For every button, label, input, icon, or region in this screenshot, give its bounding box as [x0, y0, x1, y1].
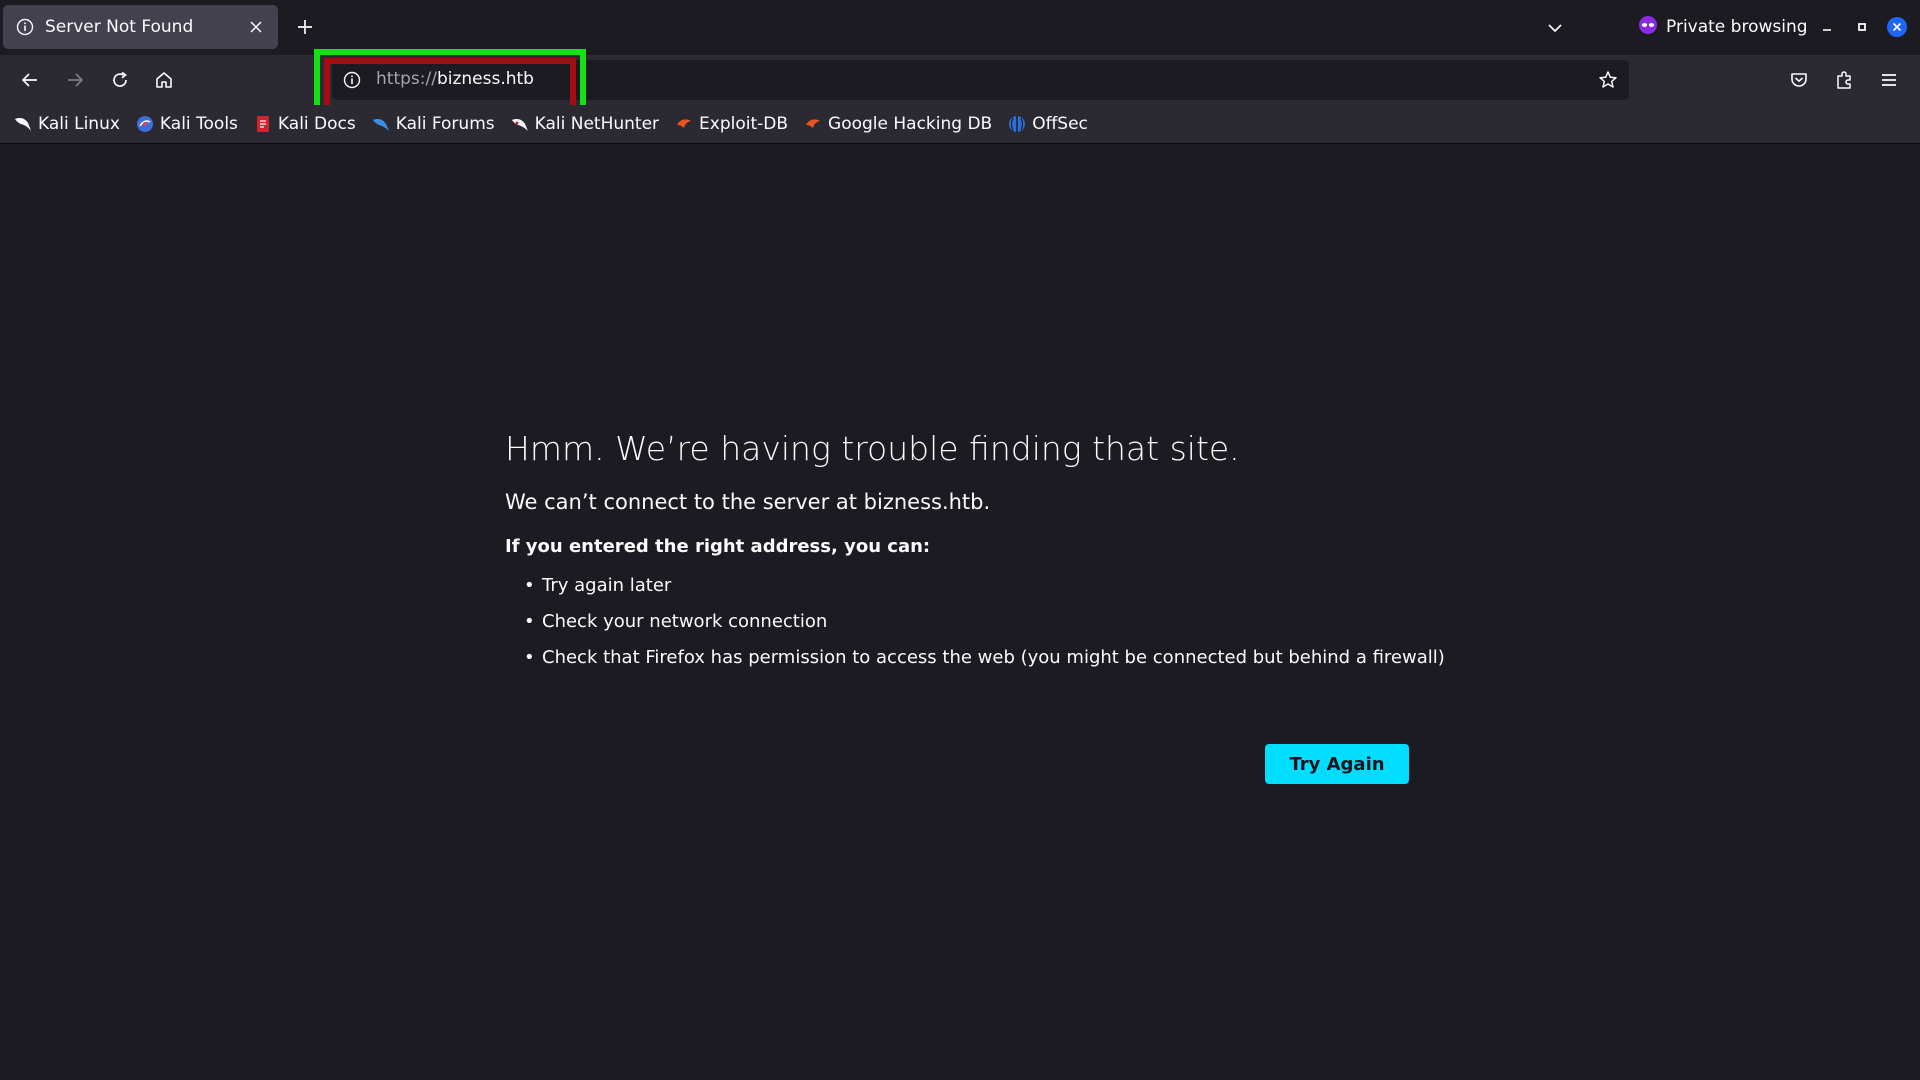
private-browsing-label: Private browsing	[1666, 17, 1808, 37]
error-title: Hmm. We’re having trouble finding that s…	[505, 429, 1240, 468]
bookmark-exploit-db[interactable]: Exploit-DB	[675, 114, 788, 134]
app-menu-button[interactable]	[1873, 64, 1905, 96]
error-page: Hmm. We’re having trouble finding that s…	[0, 144, 1920, 1080]
minimize-button[interactable]	[1815, 15, 1839, 39]
bookmark-star-icon[interactable]	[1595, 67, 1621, 93]
reload-button[interactable]	[104, 64, 136, 96]
home-button[interactable]	[148, 64, 180, 96]
kali-tools-icon	[136, 115, 154, 133]
bookmark-label: Kali NetHunter	[534, 114, 660, 134]
info-icon	[15, 17, 35, 37]
url-scheme: https://	[376, 69, 437, 89]
kali-dragon-icon	[14, 115, 32, 133]
kali-nethunter-icon	[511, 115, 529, 133]
kali-docs-icon	[254, 115, 272, 133]
bookmark-label: Google Hacking DB	[828, 114, 993, 134]
url-host: bizness.htb	[436, 69, 534, 89]
bookmark-label: Kali Tools	[159, 114, 238, 134]
private-mask-icon	[1638, 15, 1658, 40]
kali-forums-icon	[372, 115, 390, 133]
offsec-icon	[1008, 115, 1026, 133]
bookmark-google-hacking-db[interactable]: Google Hacking DB	[804, 114, 992, 134]
tab-title: Server Not Found	[45, 17, 194, 37]
tab-server-not-found[interactable]: Server Not Found	[3, 5, 278, 49]
back-button[interactable]	[14, 64, 46, 96]
bookmarks-toolbar: Kali Linux Kali Tools Kali Docs Kali For…	[0, 105, 1920, 144]
list-item: Check that Firefox has permission to acc…	[524, 643, 1445, 679]
bookmark-label: Kali Forums	[395, 114, 495, 134]
error-suggestion-list: Try again later Check your network conne…	[505, 571, 1445, 679]
list-item: Try again later	[524, 571, 1415, 607]
forward-button[interactable]	[59, 64, 91, 96]
bookmark-kali-linux[interactable]: Kali Linux	[14, 114, 120, 134]
list-all-tabs-button[interactable]	[1542, 15, 1568, 41]
list-item: Check your network connection	[524, 607, 1415, 643]
close-window-button[interactable]	[1885, 15, 1909, 39]
error-container: Hmm. We’re having trouble finding that s…	[505, 429, 1445, 679]
bookmark-label: Kali Linux	[38, 114, 120, 134]
pocket-button[interactable]	[1783, 64, 1815, 96]
bookmark-kali-tools[interactable]: Kali Tools	[136, 114, 238, 134]
navigation-toolbar: https://bizness.htb	[0, 55, 1920, 105]
close-tab-icon[interactable]	[246, 17, 266, 37]
url-text[interactable]: https://bizness.htb	[376, 69, 534, 89]
error-suggestion-lead: If you entered the right address, you ca…	[505, 536, 931, 557]
bookmark-label: OffSec	[1032, 114, 1088, 134]
url-bar[interactable]: https://bizness.htb	[332, 60, 1629, 100]
tab-strip: Server Not Found Private browsing	[0, 0, 1920, 55]
maximize-button[interactable]	[1850, 15, 1874, 39]
ghdb-icon	[804, 115, 822, 133]
exploit-db-icon	[675, 115, 693, 133]
try-again-button[interactable]: Try Again	[1265, 744, 1409, 784]
bookmark-kali-docs[interactable]: Kali Docs	[254, 114, 356, 134]
bookmark-label: Exploit-DB	[699, 114, 789, 134]
bookmark-offsec[interactable]: OffSec	[1008, 114, 1088, 134]
private-browsing-indicator: Private browsing	[1638, 13, 1808, 41]
error-description: We can’t connect to the server at biznes…	[505, 490, 991, 514]
site-info-icon[interactable]	[342, 70, 362, 90]
bookmark-label: Kali Docs	[277, 114, 356, 134]
bookmark-kali-forums[interactable]: Kali Forums	[372, 114, 495, 134]
new-tab-button[interactable]	[292, 14, 318, 40]
bookmark-kali-nethunter[interactable]: Kali NetHunter	[511, 114, 659, 134]
extensions-button[interactable]	[1828, 64, 1860, 96]
